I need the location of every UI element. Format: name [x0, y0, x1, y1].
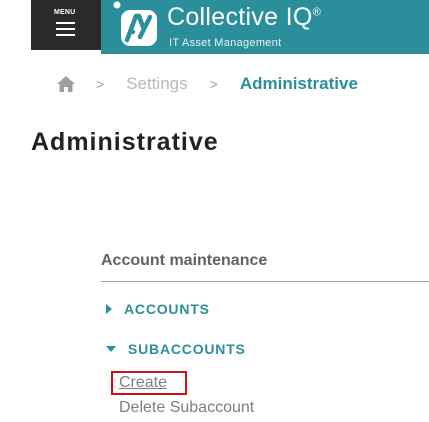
caret-right-icon: [106, 304, 112, 314]
menu-label: MENU: [54, 9, 76, 16]
section-heading: Account maintenance: [101, 252, 268, 269]
breadcrumb-separator: >: [209, 76, 218, 92]
breadcrumb: > Settings > Administrative: [56, 70, 358, 98]
home-icon[interactable]: [56, 75, 76, 93]
create-subaccount-link[interactable]: Create: [111, 371, 187, 395]
breadcrumb-separator: >: [96, 76, 105, 92]
logo-title: Collective IQ®: [167, 3, 322, 31]
collective-iq-logo-icon: [113, 1, 157, 46]
logo[interactable]: Collective IQ® IT Asset Management: [112, 0, 429, 54]
caret-down-icon: [106, 346, 116, 352]
tree-item-subaccounts[interactable]: SUBACCOUNTS: [106, 341, 246, 357]
tree-item-label: ACCOUNTS: [124, 301, 210, 317]
menu-button[interactable]: MENU: [31, 0, 101, 50]
divider: [101, 281, 429, 282]
tree-item-label: SUBACCOUNTS: [128, 341, 246, 357]
logo-subtitle: IT Asset Management: [169, 37, 282, 49]
tree-item-accounts[interactable]: ACCOUNTS: [106, 301, 210, 317]
hamburger-icon: [56, 22, 75, 36]
page-title: Administrative: [31, 128, 219, 156]
breadcrumb-current: Administrative: [239, 74, 358, 93]
breadcrumb-settings-link[interactable]: Settings: [126, 74, 187, 94]
delete-subaccount-link[interactable]: Delete Subaccount: [119, 399, 254, 417]
app-header: MENU Collective IQ® IT Asset Management: [0, 0, 429, 54]
